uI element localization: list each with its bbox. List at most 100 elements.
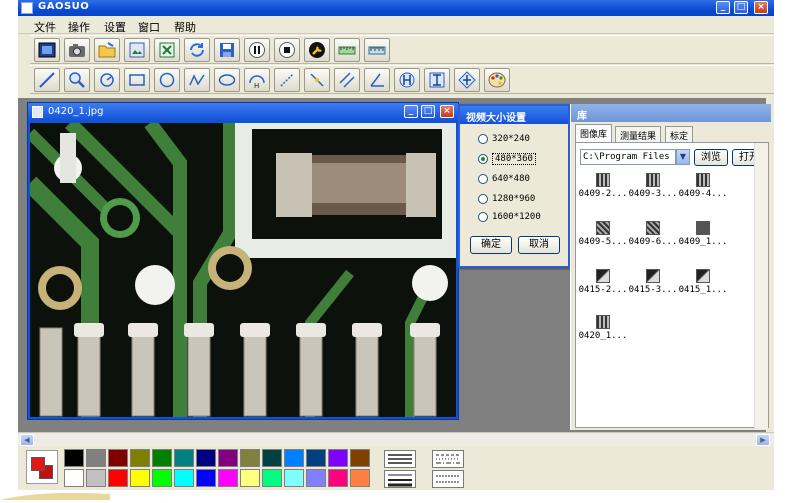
radio-1600x1200[interactable] [478, 212, 488, 222]
color-swatch[interactable] [306, 469, 326, 487]
save-button[interactable] [214, 38, 240, 62]
maximize-button[interactable]: □ [734, 1, 748, 14]
resolution-option-4[interactable]: 1600*1200 [478, 210, 541, 224]
horizontal-distance-button[interactable] [394, 68, 420, 92]
horizontal-scrollbar[interactable]: ◀ ▶ [18, 432, 774, 446]
scroll-left-button[interactable]: ◀ [20, 434, 34, 446]
thumbnail[interactable]: 0409_1... [678, 221, 728, 249]
cancel-button[interactable]: 取消 [518, 236, 560, 254]
color-swatch[interactable] [240, 469, 260, 487]
thumbnail[interactable]: 0409-5... [578, 221, 628, 249]
stop-button[interactable] [274, 38, 300, 62]
menu-operate[interactable]: 操作 [68, 19, 90, 35]
color-swatch[interactable] [218, 449, 238, 467]
thumbnail[interactable]: 0409-3... [628, 173, 678, 201]
path-dropdown-button[interactable]: ▼ [676, 149, 690, 165]
rectangle-button[interactable] [124, 68, 150, 92]
image-minimize-button[interactable]: _ [404, 105, 418, 118]
image-close-button[interactable]: × [440, 105, 454, 118]
open-folder-button[interactable] [94, 38, 120, 62]
color-swatch[interactable] [64, 449, 84, 467]
resolution-option-1[interactable]: 480*360 [478, 152, 536, 166]
rotate-button[interactable] [94, 68, 120, 92]
radio-320x240[interactable] [478, 134, 488, 144]
line-width-button[interactable] [384, 470, 416, 488]
color-swatch[interactable] [350, 449, 370, 467]
polyline-button[interactable] [184, 68, 210, 92]
radio-480x360[interactable] [478, 154, 488, 164]
image-button[interactable] [124, 38, 150, 62]
ellipse-button[interactable] [214, 68, 240, 92]
color-swatch[interactable] [262, 449, 282, 467]
export-excel-button[interactable] [154, 38, 180, 62]
point-line-button[interactable] [304, 68, 330, 92]
current-color-indicator[interactable] [26, 450, 58, 484]
color-swatch[interactable] [130, 449, 150, 467]
radio-1280x960[interactable] [478, 194, 488, 204]
palette-button[interactable] [484, 68, 510, 92]
line-tool-button[interactable] [34, 68, 60, 92]
angle-button[interactable] [364, 68, 390, 92]
color-swatch[interactable] [174, 449, 194, 467]
radio-640x480[interactable] [478, 174, 488, 184]
color-swatch[interactable] [284, 449, 304, 467]
line-style-button[interactable] [384, 450, 416, 468]
thumbnail[interactable]: 0415_1... [678, 269, 728, 297]
color-swatch[interactable] [196, 449, 216, 467]
browse-button[interactable]: 浏览 [694, 149, 728, 166]
color-swatch[interactable] [174, 469, 194, 487]
library-scrollbar[interactable] [754, 143, 768, 429]
arc-height-button[interactable]: H [244, 68, 270, 92]
scroll-right-button[interactable]: ▶ [756, 434, 770, 446]
measure-line-button[interactable] [274, 68, 300, 92]
color-swatch[interactable] [64, 469, 84, 487]
settings-button[interactable] [304, 38, 330, 62]
arrow-style-button[interactable] [432, 470, 464, 488]
resolution-option-2[interactable]: 640*480 [478, 172, 530, 186]
thumbnail[interactable]: 0409-4... [678, 173, 728, 201]
menu-window[interactable]: 窗口 [138, 19, 160, 35]
camera-button[interactable] [64, 38, 90, 62]
tab-image-library[interactable]: 图像库 [575, 124, 613, 143]
close-button[interactable]: × [754, 1, 768, 14]
tab-calibration[interactable]: 标定 [665, 126, 694, 142]
image-maximize-button[interactable]: □ [421, 105, 435, 118]
resolution-option-3[interactable]: 1280*960 [478, 192, 535, 206]
tab-measure-results[interactable]: 测量结果 [615, 126, 662, 142]
color-swatch[interactable] [262, 469, 282, 487]
color-swatch[interactable] [130, 469, 150, 487]
color-swatch[interactable] [350, 469, 370, 487]
vertical-distance-button[interactable] [424, 68, 450, 92]
color-swatch[interactable] [152, 449, 172, 467]
resolution-option-0[interactable]: 320*240 [478, 132, 530, 146]
color-swatch[interactable] [306, 449, 326, 467]
menu-settings[interactable]: 设置 [104, 19, 126, 35]
menu-help[interactable]: 帮助 [174, 19, 196, 35]
color-swatch[interactable] [218, 469, 238, 487]
color-swatch[interactable] [328, 449, 348, 467]
refresh-button[interactable] [184, 38, 210, 62]
circle-button[interactable] [154, 68, 180, 92]
color-swatch[interactable] [108, 449, 128, 467]
frame-button[interactable] [34, 38, 60, 62]
thumbnail[interactable]: 0409-6... [628, 221, 678, 249]
color-swatch[interactable] [108, 469, 128, 487]
path-input[interactable]: C:\Program Files [580, 149, 676, 165]
color-swatch[interactable] [86, 449, 106, 467]
pause-button[interactable] [244, 38, 270, 62]
parallel-line-button[interactable] [334, 68, 360, 92]
color-swatch[interactable] [152, 469, 172, 487]
ruler-button[interactable] [334, 38, 360, 62]
color-swatch[interactable] [196, 469, 216, 487]
thumbnail[interactable]: 0415-3... [628, 269, 678, 297]
diagonal-distance-button[interactable] [454, 68, 480, 92]
minimize-button[interactable]: _ [716, 1, 730, 14]
thumbnail[interactable]: 0409-2... [578, 173, 628, 201]
scale-button[interactable] [364, 38, 390, 62]
thumbnail[interactable]: 0420_1... [578, 315, 628, 343]
thumbnail[interactable]: 0415-2... [578, 269, 628, 297]
ok-button[interactable]: 确定 [470, 236, 512, 254]
color-swatch[interactable] [284, 469, 304, 487]
color-swatch[interactable] [328, 469, 348, 487]
zoom-button[interactable] [64, 68, 90, 92]
